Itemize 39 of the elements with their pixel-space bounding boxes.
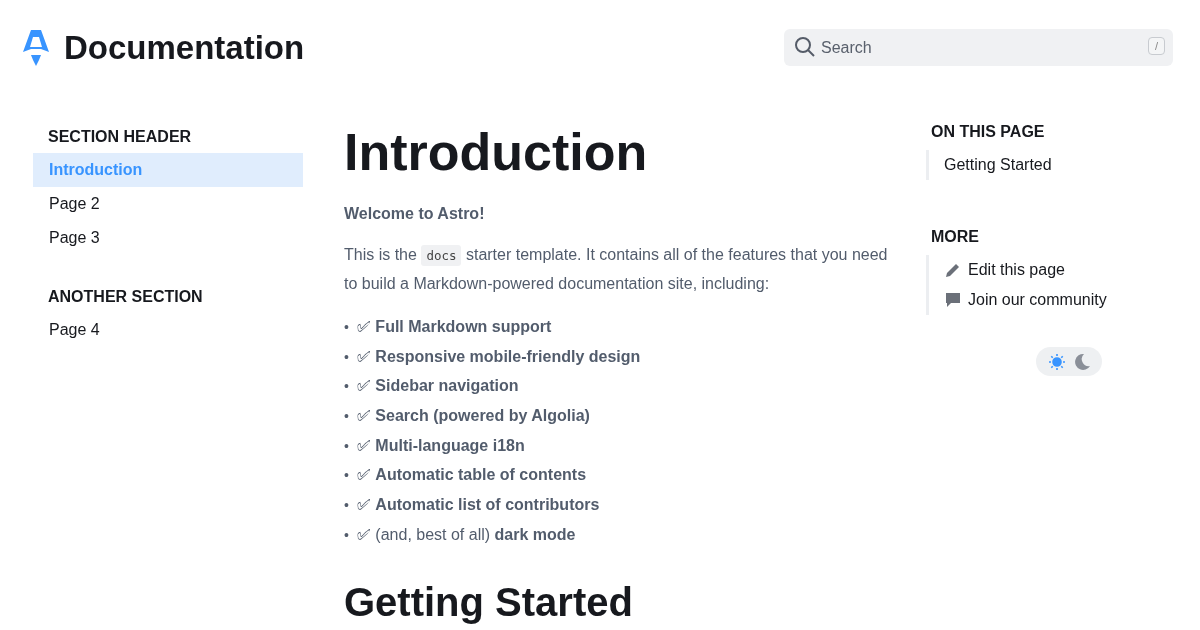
light-theme-button[interactable] xyxy=(1047,352,1066,371)
feature-item: ✅ Multi-language i18n xyxy=(356,435,525,456)
bullet-mark: • xyxy=(344,496,349,516)
bullet-mark: • xyxy=(344,436,349,456)
sidebar-section-header: ANOTHER SECTION xyxy=(48,287,204,307)
bullet-mark: • xyxy=(344,466,349,486)
site-title: Documentation xyxy=(64,28,305,67)
sidebar-section-header: SECTION HEADER xyxy=(48,127,193,147)
intro-paragraph: This is the docs starter template. It contains all of the features that you need to build a Markdown-powered documentation site, including: xyxy=(344,244,889,294)
sidebar-item[interactable]: Page 3 xyxy=(33,221,303,255)
page-title: Introduction xyxy=(344,122,649,183)
toc-link[interactable]: Getting Started xyxy=(944,150,1177,180)
sidebar-item[interactable]: Page 4 xyxy=(33,313,303,347)
section-heading: Getting Started xyxy=(344,579,634,625)
feature-item: ✅ Sidebar navigation xyxy=(356,376,519,397)
bullet-mark: • xyxy=(344,318,349,337)
feature-item: ✅ Full Markdown support xyxy=(356,317,552,337)
moon-icon xyxy=(1072,352,1091,371)
feature-item: ✅ Automatic table of contents xyxy=(356,465,587,486)
bullet-mark: • xyxy=(344,407,349,427)
rocket-logo-icon xyxy=(22,28,50,67)
bullet-mark: • xyxy=(344,377,349,397)
feature-item: ✅ Search (powered by Algolia) xyxy=(356,406,590,427)
feature-item: ✅ (and, best of all) dark mode xyxy=(356,524,576,545)
toc-heading: ON THIS PAGE xyxy=(931,122,1046,142)
feature-item: ✅ Responsive mobile-friendly design xyxy=(356,346,641,367)
lead-text: Welcome to Astro! xyxy=(344,205,486,223)
sun-icon xyxy=(1047,352,1066,371)
more-heading: MORE xyxy=(931,227,980,247)
pencil-icon xyxy=(944,261,962,279)
bullet-mark: • xyxy=(344,347,349,367)
dark-theme-button[interactable] xyxy=(1072,352,1091,371)
bullet-mark: • xyxy=(344,525,349,545)
search-icon xyxy=(794,36,816,58)
edit-page-link[interactable]: Edit this page xyxy=(944,255,1177,285)
sidebar-item[interactable]: Page 2 xyxy=(33,187,303,221)
chat-icon xyxy=(944,291,962,309)
community-link[interactable]: Join our community xyxy=(944,285,1177,315)
feature-item: ✅ Automatic list of contributors xyxy=(356,495,600,516)
